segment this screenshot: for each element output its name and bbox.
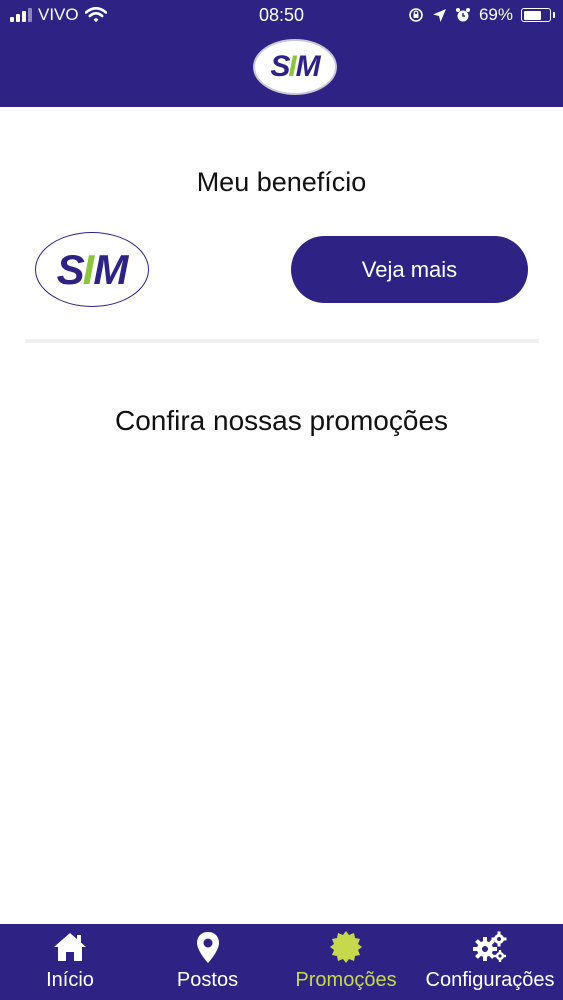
bottom-tab-bar: Início Postos Promoções Configurações <box>0 924 563 1000</box>
promo-badge-icon <box>330 931 362 963</box>
logo-letter-m: M <box>295 50 321 83</box>
status-right: 69% <box>408 5 555 25</box>
logo-letter-i: I <box>288 50 297 83</box>
battery-level <box>523 10 541 20</box>
benefit-title: Meu benefício <box>196 167 367 197</box>
tab-configuracoes[interactable]: Configurações <box>417 924 563 1000</box>
logo-letter-m: M <box>93 245 128 293</box>
battery-percent: 69% <box>478 5 513 24</box>
map-pin-icon <box>196 932 219 963</box>
app-header: VIVO 08:50 69% S I M <box>0 0 563 107</box>
alarm-clock-icon <box>455 8 470 22</box>
tab-label: Início <box>46 969 94 991</box>
tab-label: Promoções <box>295 969 397 991</box>
status-bar: VIVO 08:50 69% <box>0 0 563 30</box>
logo-letter-i: I <box>82 245 95 293</box>
logo-letter-s: S <box>56 245 85 293</box>
logo-letter-s: S <box>270 50 290 83</box>
tab-postos[interactable]: Postos <box>140 924 275 1000</box>
gears-icon <box>473 931 507 962</box>
tab-label: Postos <box>176 969 239 991</box>
home-icon <box>54 933 86 961</box>
see-more-button[interactable]: Veja mais <box>291 236 528 303</box>
battery-icon <box>521 8 555 22</box>
promotions-title: Confira nossas promoções <box>114 405 449 436</box>
section-divider <box>25 339 539 343</box>
tab-inicio[interactable]: Início <box>0 924 140 1000</box>
tab-label: Configurações <box>425 969 555 991</box>
location-arrow-icon <box>432 8 446 22</box>
header-logo: SIM <box>253 39 337 95</box>
benefit-logo: SIM <box>35 232 149 307</box>
rotation-lock-icon <box>409 8 423 22</box>
tab-promocoes[interactable]: Promoções <box>275 924 417 1000</box>
